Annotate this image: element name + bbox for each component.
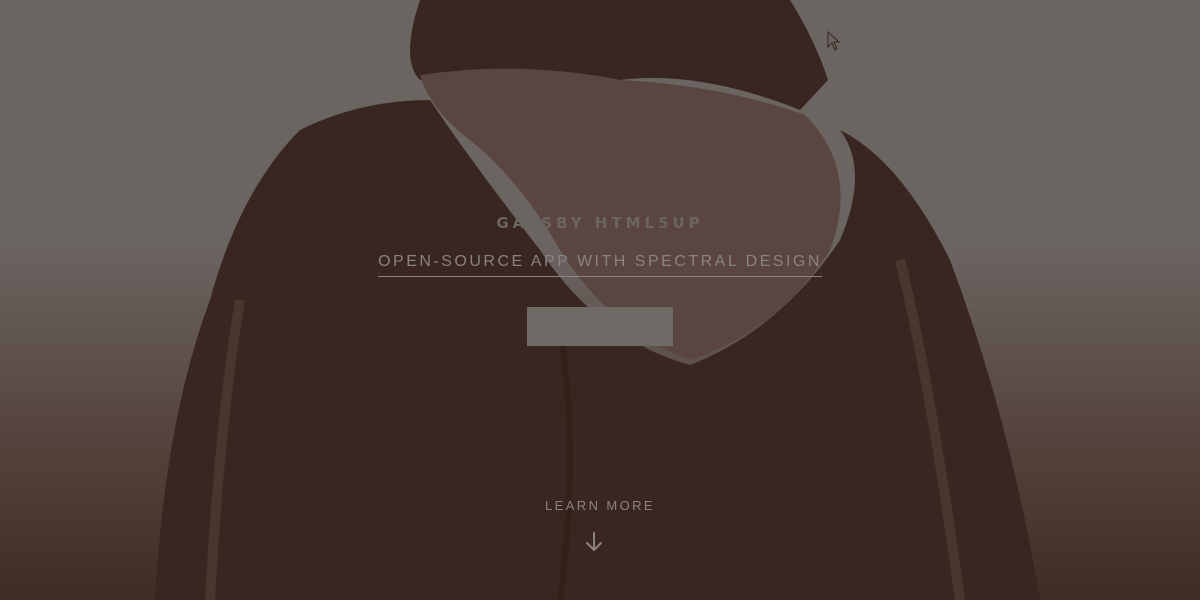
subtitle-text: OPEN-SOURCE APP WITH SPECTRAL DESIGN — [378, 253, 822, 277]
mouse-pointer-icon — [827, 31, 841, 51]
page-subtitle: OPEN-SOURCE APP WITH SPECTRAL DESIGN — [0, 251, 1200, 277]
page-title: GATSBY HTML5UP — [496, 214, 704, 232]
hero-banner: GATSBY HTML5UP OPEN-SOURCE APP WITH SPEC… — [0, 0, 1200, 600]
learn-more-link[interactable]: LEARN MORE — [0, 498, 1200, 513]
activate-button[interactable] — [527, 307, 673, 346]
arrow-down-icon[interactable] — [582, 530, 606, 554]
hero-content: GATSBY HTML5UP OPEN-SOURCE APP WITH SPEC… — [0, 0, 1200, 600]
